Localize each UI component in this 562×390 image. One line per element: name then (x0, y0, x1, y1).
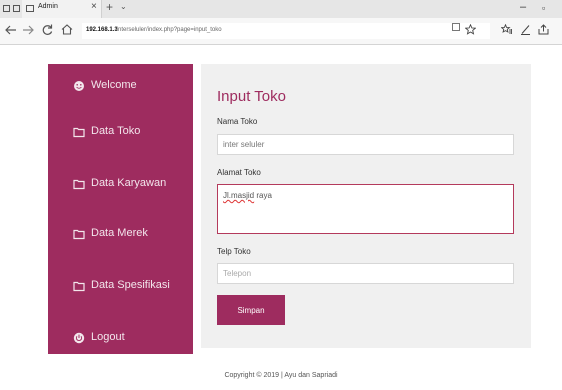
sidebar-item-logout[interactable]: Logout (48, 328, 193, 348)
folder-icon (73, 127, 85, 138)
sidebar-item-label: Data Karyawan (91, 177, 167, 189)
reading-view-icon[interactable] (452, 23, 460, 31)
window-minimize-button[interactable]: – (520, 1, 526, 13)
window-maximize-button[interactable]: ▫ (542, 3, 545, 13)
smiley-icon (74, 81, 84, 91)
refresh-icon[interactable] (42, 24, 53, 36)
home-icon[interactable] (61, 24, 73, 35)
star-icon[interactable] (465, 24, 476, 35)
browser-tab-bar: Admin × + ⌄ – ▫ (0, 0, 562, 18)
input-toko-form: Input Toko Nama Toko Alamat Toko Jl.masj… (201, 64, 531, 348)
favorites-icon[interactable] (501, 24, 513, 35)
sidebar-item-welcome[interactable]: Welcome (48, 76, 193, 96)
tab-list-chevron-icon[interactable]: ⌄ (120, 2, 127, 11)
folder-icon (73, 281, 85, 292)
simpan-button[interactable]: Simpan (217, 295, 285, 325)
folder-icon (73, 179, 85, 190)
forward-arrow-icon[interactable] (22, 25, 34, 35)
browser-tab-admin[interactable]: Admin × (22, 0, 102, 18)
url-field[interactable]: 192.168.1.3 /interseluler/index.php?page… (82, 23, 490, 39)
browser-address-bar: 192.168.1.3 /interseluler/index.php?page… (0, 18, 562, 45)
page-title: Input Toko (217, 88, 286, 105)
sidebar-item-data-karyawan[interactable]: Data Karyawan (48, 174, 193, 194)
share-icon[interactable] (538, 24, 550, 35)
telp-toko-label: Telp Toko (217, 247, 251, 256)
sidebar-item-data-spesifikasi[interactable]: Data Spesifikasi (48, 276, 193, 296)
page-favicon-icon (26, 5, 34, 12)
sidebar-item-label: Welcome (91, 79, 137, 91)
tab-close-icon[interactable]: × (91, 1, 97, 12)
url-host: 192.168.1.3 (86, 27, 118, 33)
sidebar-item-data-merek[interactable]: Data Merek (48, 224, 193, 244)
alamat-toko-label: Alamat Toko (217, 168, 261, 177)
alamat-toko-value: Jl.masjid raya (223, 191, 272, 200)
new-tab-icon[interactable]: + (106, 0, 113, 14)
pen-icon[interactable] (520, 24, 531, 35)
back-arrow-icon[interactable] (5, 25, 17, 35)
power-icon (73, 332, 85, 344)
sidebar-item-label: Data Toko (91, 125, 141, 137)
sidebar-item-label: Logout (91, 331, 125, 343)
sidebar-item-data-toko[interactable]: Data Toko (48, 122, 193, 142)
nama-toko-input[interactable] (217, 134, 514, 155)
telp-toko-input[interactable] (217, 263, 514, 284)
sidebar-item-label: Data Spesifikasi (91, 279, 170, 291)
nama-toko-label: Nama Toko (217, 117, 258, 126)
tab-preview-icon[interactable] (13, 5, 20, 12)
footer-copyright: Copyright © 2019 | Ayu dan Sapriadi (224, 372, 338, 379)
sidebar-item-label: Data Merek (91, 227, 148, 239)
sidebar-nav: Welcome Data Toko Data Karyawan Data Mer… (48, 64, 193, 354)
url-path: /interseluler/index.php?page=input_toko (115, 27, 222, 33)
tab-actions-icon[interactable] (3, 5, 10, 12)
folder-icon (73, 229, 85, 240)
tab-title: Admin (38, 3, 58, 10)
